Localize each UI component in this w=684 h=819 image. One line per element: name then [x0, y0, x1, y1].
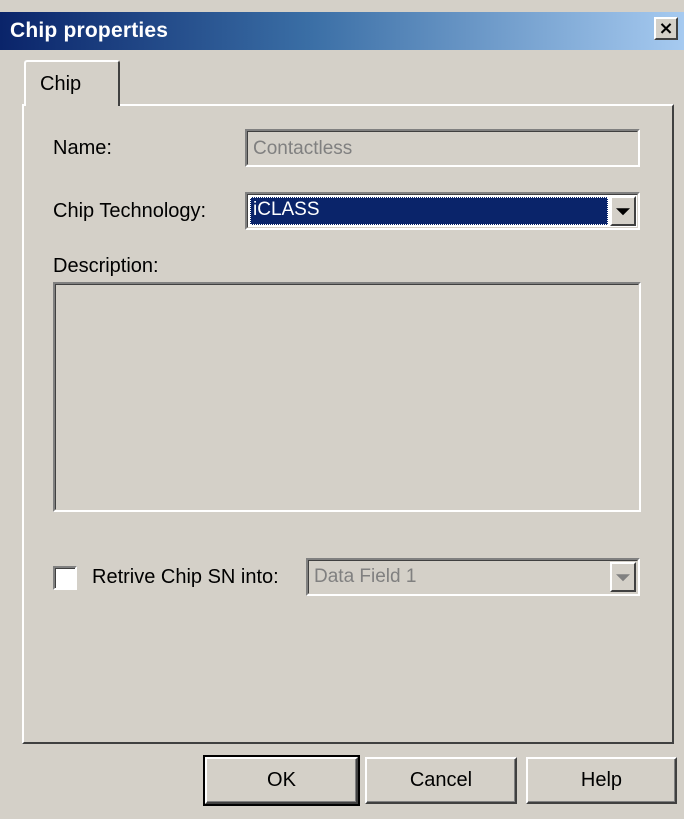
chevron-down-icon: [616, 208, 630, 216]
retrieve-chip-sn-checkbox[interactable]: [53, 566, 77, 590]
chip-technology-dropdown-button[interactable]: [610, 196, 636, 226]
name-field[interactable]: Contactless: [245, 129, 640, 167]
chevron-down-icon: [616, 574, 630, 582]
description-label: Description:: [53, 255, 159, 277]
description-textarea[interactable]: [53, 282, 641, 512]
tab-chip-label: Chip: [40, 73, 82, 95]
cancel-button-label: Cancel: [409, 769, 473, 791]
retrieve-chip-sn-label: Retrive Chip SN into:: [92, 566, 279, 588]
ok-button-label: OK: [267, 769, 296, 791]
help-button[interactable]: Help: [526, 757, 677, 804]
title-bar[interactable]: Chip properties ×: [0, 12, 684, 50]
tab-chip[interactable]: Chip: [24, 60, 120, 106]
retrieve-target-dropdown-button[interactable]: [610, 562, 636, 592]
chip-properties-dialog: Chip properties × Chip Name: Contactless…: [0, 0, 684, 819]
close-icon: ×: [658, 17, 674, 39]
chip-technology-select[interactable]: iCLASS: [245, 192, 640, 230]
window-title: Chip properties: [10, 19, 169, 42]
cancel-button[interactable]: Cancel: [365, 757, 517, 804]
chip-technology-label: Chip Technology:: [53, 200, 207, 222]
retrieve-target-select[interactable]: Data Field 1: [306, 558, 640, 596]
name-field-value: Contactless: [253, 138, 353, 159]
ok-button[interactable]: OK: [203, 755, 360, 806]
retrieve-target-value: Data Field 1: [314, 566, 417, 587]
tab-gap: [26, 102, 116, 108]
close-button[interactable]: ×: [654, 17, 678, 40]
help-button-label: Help: [580, 769, 623, 791]
chip-technology-value: iCLASS: [250, 197, 608, 225]
name-label: Name:: [53, 137, 112, 159]
